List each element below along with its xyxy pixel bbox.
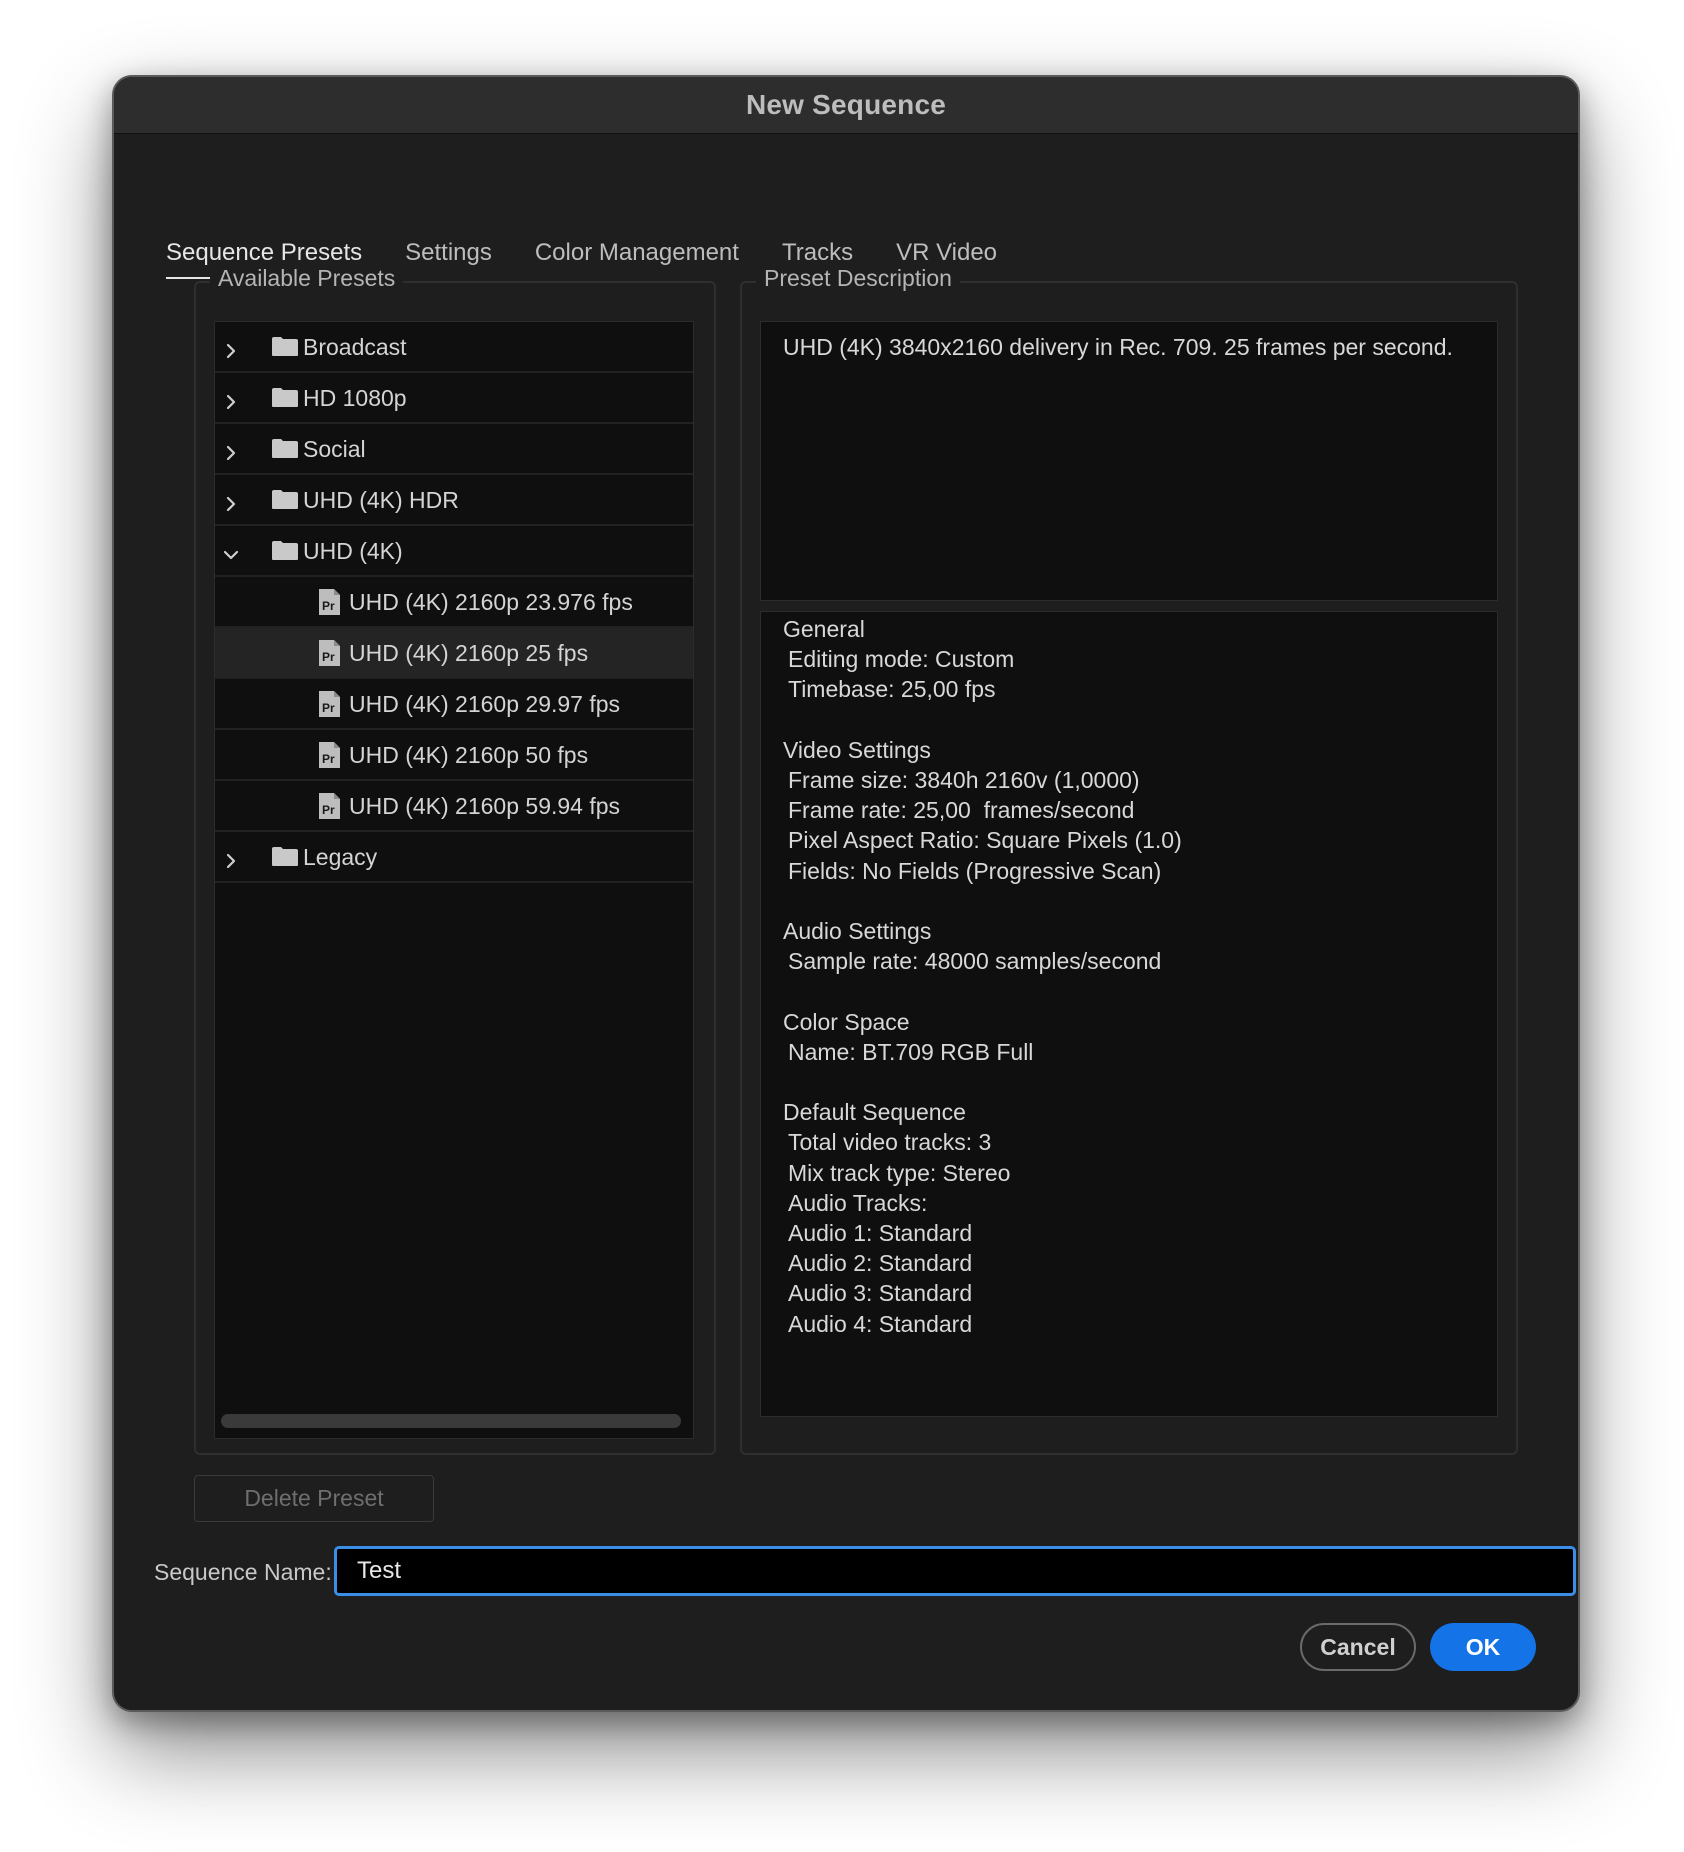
detail-heading: Audio Settings (783, 918, 932, 944)
dialog-title: New Sequence (745, 89, 947, 120)
preset-folder-legacy[interactable]: Legacy (215, 832, 693, 883)
chevron-right-icon[interactable] (223, 338, 239, 359)
detail-line: Frame size: 3840h 2160v (1,0000) (788, 767, 1140, 793)
chevron-right-icon[interactable] (223, 848, 239, 869)
svg-text:Pr: Pr (322, 701, 335, 715)
folder-icon (271, 336, 299, 357)
detail-line: Name: BT.709 RGB Full (788, 1038, 1034, 1065)
detail-line: Editing mode: Custom (788, 646, 1015, 673)
preset-item-uhd-4k-2160p-23-976-fps[interactable]: Pr UHD (4K) 2160p 23.976 fps (215, 577, 693, 628)
preset-label: UHD (4K) 2160p 25 fps (349, 640, 589, 666)
chevron-right-icon[interactable] (223, 389, 239, 410)
cancel-button[interactable]: Cancel (1300, 1623, 1416, 1671)
folder-icon (271, 846, 299, 867)
detail-line: Total video tracks: 3 (788, 1129, 992, 1156)
preset-label: Broadcast (303, 334, 407, 360)
detail-line: Audio 4: Standard (788, 1310, 973, 1337)
folder-icon (271, 489, 299, 510)
sequence-name-label: Sequence Name: (154, 1559, 332, 1585)
preset-item-uhd-4k-2160p-59-94-fps[interactable]: Pr UHD (4K) 2160p 59.94 fps (215, 781, 693, 832)
folder-icon (271, 387, 299, 408)
preset-label: Legacy (303, 844, 378, 870)
folder-icon (271, 540, 299, 561)
sequence-name-input[interactable] (334, 1546, 1576, 1596)
premiere-preset-icon: Pr (318, 792, 341, 820)
ok-button[interactable]: OK (1430, 1623, 1536, 1671)
presets-tree[interactable]: Broadcast HD 1080p Social UHD (4K) HDR UHD (… (214, 321, 694, 1439)
preset-item-uhd-4k-2160p-29-97-fps[interactable]: Pr UHD (4K) 2160p 29.97 fps (215, 679, 693, 730)
detail-line: Frame rate: 25,00 frames/second (788, 797, 1135, 824)
tab-settings[interactable]: Settings (405, 239, 492, 279)
preset-label: UHD (4K) 2160p 59.94 fps (349, 793, 621, 819)
svg-text:Pr: Pr (322, 752, 335, 766)
detail-line: Sample rate: 48000 samples/second (788, 948, 1162, 975)
available-presets-group: Available Presets Broadcast HD 1080p Socia… (194, 265, 716, 1455)
preset-label: UHD (4K) (303, 538, 403, 564)
preset-details-box: General Editing mode: Custom Timebase: 25,… (760, 611, 1498, 1417)
preset-label: UHD (4K) 2160p 50 fps (349, 742, 589, 768)
premiere-preset-icon: Pr (318, 690, 341, 718)
preset-folder-social[interactable]: Social (215, 424, 693, 475)
preset-label: UHD (4K) 2160p 29.97 fps (349, 691, 621, 717)
detail-heading: Color Space (783, 1008, 910, 1035)
detail-line: Pixel Aspect Ratio: Square Pixels (1.0) (788, 827, 1182, 854)
premiere-preset-icon: Pr (318, 639, 341, 667)
preset-item-uhd-4k-2160p-25-fps[interactable]: Pr UHD (4K) 2160p 25 fps (215, 628, 693, 679)
detail-heading: Default Sequence (783, 1099, 966, 1126)
preset-summary-text: UHD (4K) 3840x2160 delivery in Rec. 709.… (783, 334, 1453, 360)
preset-folder-broadcast[interactable]: Broadcast (215, 322, 693, 373)
new-sequence-dialog: New Sequence Sequence Presets Settings C… (112, 75, 1580, 1712)
available-presets-legend: Available Presets (210, 265, 404, 292)
chevron-down-icon[interactable] (223, 542, 239, 560)
title-bar: New Sequence (114, 77, 1578, 134)
horizontal-scrollbar[interactable] (221, 1414, 681, 1428)
detail-line: Audio 3: Standard (788, 1280, 973, 1307)
preset-item-uhd-4k-2160p-50-fps[interactable]: Pr UHD (4K) 2160p 50 fps (215, 730, 693, 781)
svg-text:Pr: Pr (322, 803, 335, 817)
detail-line: Audio Tracks: (788, 1189, 928, 1216)
preset-folder-hd-1080p[interactable]: HD 1080p (215, 373, 693, 424)
detail-line: Mix track type: Stereo (788, 1159, 1011, 1186)
detail-line: Audio 1: Standard (788, 1220, 973, 1246)
detail-heading: General (783, 616, 865, 642)
svg-text:Pr: Pr (322, 599, 335, 613)
chevron-right-icon[interactable] (223, 440, 239, 461)
premiere-preset-icon: Pr (318, 741, 341, 769)
preset-label: UHD (4K) 2160p 23.976 fps (349, 589, 633, 615)
preset-label: HD 1080p (303, 385, 407, 411)
preset-folder-uhd-4k-hdr[interactable]: UHD (4K) HDR (215, 475, 693, 526)
tab-color-management[interactable]: Color Management (535, 239, 739, 279)
preset-label: UHD (4K) HDR (303, 487, 459, 513)
preset-folder-uhd-4k[interactable]: UHD (4K) (215, 526, 693, 577)
svg-text:Pr: Pr (322, 650, 335, 664)
preset-label: Social (303, 436, 366, 462)
folder-icon (271, 438, 299, 459)
preset-summary-box: UHD (4K) 3840x2160 delivery in Rec. 709.… (760, 321, 1498, 601)
detail-line: Timebase: 25,00 fps (788, 676, 996, 703)
detail-line: Audio 2: Standard (788, 1250, 973, 1277)
preset-description-legend: Preset Description (756, 265, 960, 292)
premiere-preset-icon: Pr (318, 588, 341, 616)
chevron-right-icon[interactable] (223, 491, 239, 512)
preset-description-group: Preset Description UHD (4K) 3840x2160 de… (740, 265, 1518, 1455)
detail-heading: Video Settings (783, 736, 931, 763)
delete-preset-button[interactable]: Delete Preset (194, 1475, 434, 1522)
detail-line: Fields: No Fields (Progressive Scan) (788, 857, 1162, 884)
